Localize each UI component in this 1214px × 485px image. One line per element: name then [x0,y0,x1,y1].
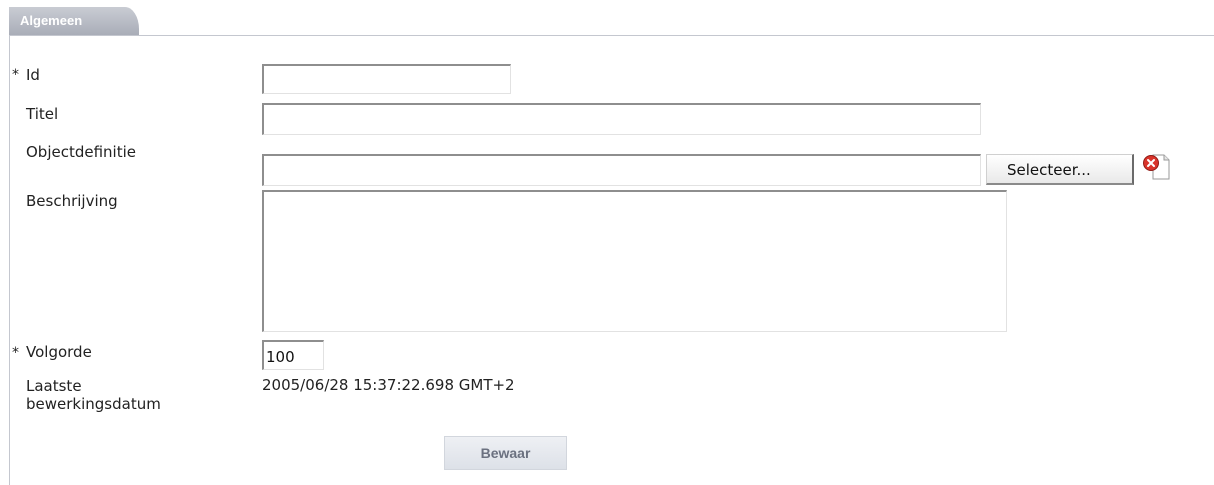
id-input[interactable] [262,64,511,94]
clear-icon[interactable] [1142,154,1170,180]
objectdefinitie-label: Objectdefinitie [26,143,137,161]
laatste-bewerkingsdatum-value: 2005/06/28 15:37:22.698 GMT+2 [262,376,515,394]
volgorde-label: Volgorde [26,343,92,361]
id-required-marker: * [12,67,19,83]
tab-algemeen[interactable]: Algemeen [9,7,139,35]
tab-algemeen-label: Algemeen [20,13,83,28]
laatste-label-line2: bewerkingsdatum [26,395,161,413]
select-button[interactable]: Selecteer... [986,154,1134,185]
objectdefinitie-input[interactable] [262,154,981,186]
select-button-label: Selecteer... [1007,161,1091,179]
laatste-label-line1: Laatste [26,377,82,395]
save-button-label: Bewaar [480,445,531,461]
beschrijving-label: Beschrijving [26,192,118,210]
panel-left-border [9,35,10,485]
save-button[interactable]: Bewaar [444,436,567,470]
volgorde-required-marker: * [12,345,19,361]
laatste-bewerkingsdatum-label: Laatste bewerkingsdatum [26,377,161,413]
tab-divider [9,35,1214,36]
titel-input[interactable] [262,103,981,135]
id-label: Id [26,66,40,84]
volgorde-input[interactable] [262,340,324,370]
beschrijving-textarea[interactable] [262,190,1007,332]
titel-label: Titel [26,105,59,123]
